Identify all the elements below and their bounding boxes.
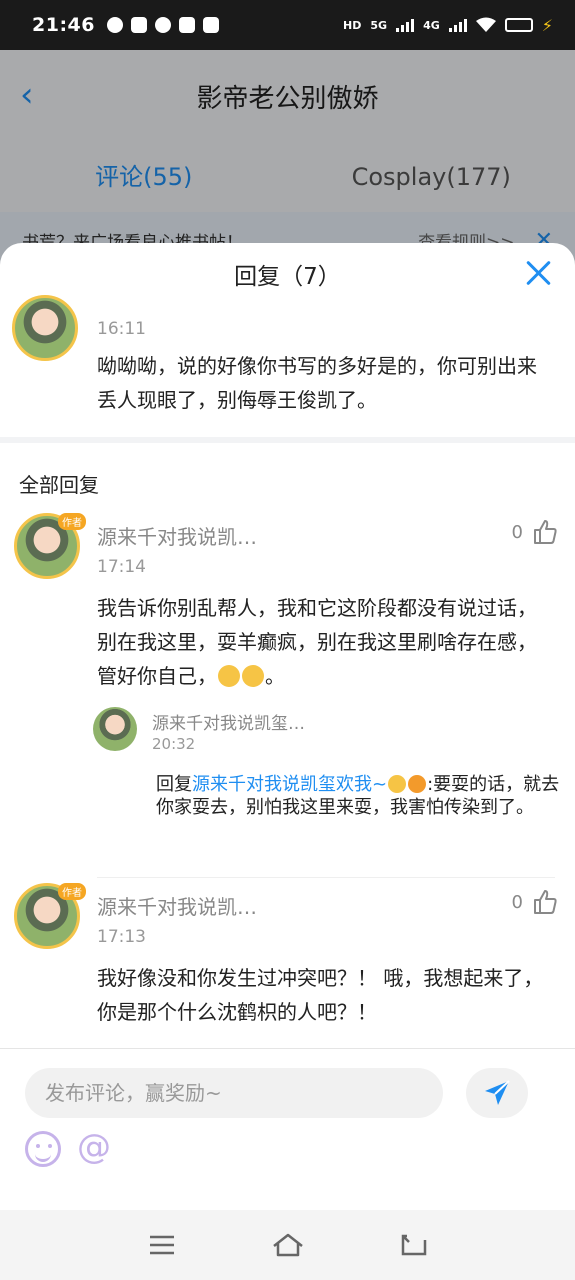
charging-icon: ⚡ (541, 15, 553, 35)
avatar[interactable]: 作者 (12, 881, 86, 951)
reply-prefix: 回复 (156, 774, 192, 795)
kiss-face-icon (388, 775, 407, 793)
network-label-1: 5G (370, 18, 388, 32)
comment-time: 16:11 (97, 319, 146, 339)
menu-icon[interactable] (149, 1235, 175, 1255)
user-name[interactable]: 源来千对我说凯… (97, 891, 257, 920)
comment-text: 呦呦呦，说的好像你书写的多好是的，你可别出来丢人现眼了，别侮辱王俊凯了。 (97, 354, 537, 412)
mail-icon (178, 17, 195, 33)
comment-time: 17:13 (97, 927, 146, 947)
sub-reply: 源来千对我说凯玺… 20:32 回复源来千对我说凯玺欢我~:要耍的话，就去你家耍… (93, 707, 563, 857)
status-right: HD 5G 4G ⚡ (343, 16, 553, 35)
reply-item: 作者 源来千对我说凯… 17:14 0 我告诉你别乱帮人，我和它这阶段都没有说过… (0, 511, 575, 881)
sheet-header: 回复（7） (0, 243, 575, 305)
mention-link[interactable]: 源来千对我说凯玺欢我~ (192, 774, 387, 795)
emoji-icon[interactable] (25, 1131, 61, 1167)
status-bar: 21:46 HD 5G 4G ⚡ (0, 0, 575, 50)
comment-time: 20:32 (152, 735, 196, 753)
author-badge: 作者 (58, 883, 86, 900)
smile-face-icon (242, 665, 264, 687)
system-nav-bar (0, 1210, 575, 1280)
avatar[interactable] (10, 293, 80, 363)
status-time: 21:46 (32, 14, 95, 36)
tiktok-icon (130, 17, 147, 33)
like-button[interactable]: 0 (512, 519, 557, 545)
comment-time: 17:14 (97, 557, 146, 577)
sub-reply-text: 回复源来千对我说凯玺欢我~:要耍的话，就去你家耍去，别怕我这里来耍，我害怕传染到… (156, 773, 566, 819)
battery-icon (504, 18, 533, 32)
comment-input[interactable]: 发布评论，赢奖励~ (25, 1068, 443, 1118)
browser-icon (106, 17, 123, 33)
comment-text: 我告诉你别乱帮人，我和它这阶段都没有说过话，别在我这里，耍羊癫疯，别在我这里刷啥… (97, 591, 555, 693)
like-count: 0 (511, 891, 523, 913)
parent-comment: 16:11 呦呦呦，说的好像你书写的多好是的，你可别出来丢人现眼了，别侮辱王俊凯… (0, 295, 575, 437)
divider (97, 877, 555, 878)
send-icon (485, 1080, 510, 1105)
avatar[interactable] (93, 707, 137, 751)
network-label-2: 4G (423, 18, 440, 32)
sheet-title: 回复（7） (234, 264, 341, 290)
signal-icon-1 (396, 18, 415, 32)
notification-icons (106, 17, 219, 33)
qq-icon (154, 17, 171, 33)
comment-input-bar: 发布评论，赢奖励~ @ (0, 1048, 575, 1210)
comment-text-body: 我告诉你别乱帮人，我和它这阶段都没有说过话，别在我这里，耍羊癫疯，别在我这里刷啥… (97, 596, 537, 688)
back-nav-icon[interactable] (401, 1234, 427, 1256)
thumbs-up-icon[interactable] (533, 889, 557, 915)
like-button[interactable]: 0 (512, 889, 557, 915)
user-name[interactable]: 源来千对我说凯… (97, 521, 257, 550)
hd-label: HD (343, 18, 362, 32)
user-name[interactable]: 源来千对我说凯玺… (152, 709, 305, 734)
orange-heart-icon (408, 775, 427, 793)
like-count: 0 (511, 521, 523, 543)
comment-text-suffix: 。 (265, 664, 285, 688)
send-button[interactable] (466, 1068, 528, 1118)
close-icon[interactable] (523, 257, 555, 289)
upside-down-face-icon (218, 665, 240, 687)
thumbs-up-icon[interactable] (533, 519, 557, 545)
wifi-icon (475, 17, 496, 32)
home-icon[interactable] (272, 1233, 304, 1257)
signal-icon-2 (448, 18, 467, 32)
author-badge: 作者 (58, 513, 86, 530)
avatar[interactable]: 作者 (12, 511, 86, 581)
section-label: 全部回复 (19, 473, 99, 497)
app-notification-icon (202, 17, 219, 33)
reply-item: 作者 源来千对我说凯… 17:13 0 我好像没和你发生过冲突吧？！ 哦，我想起… (0, 881, 575, 1061)
comment-text: 我好像没和你发生过冲突吧？！ 哦，我想起来了，你是那个什么沈鹤枳的人吧？！ (97, 966, 544, 1024)
mention-at-button[interactable]: @ (77, 1127, 111, 1167)
